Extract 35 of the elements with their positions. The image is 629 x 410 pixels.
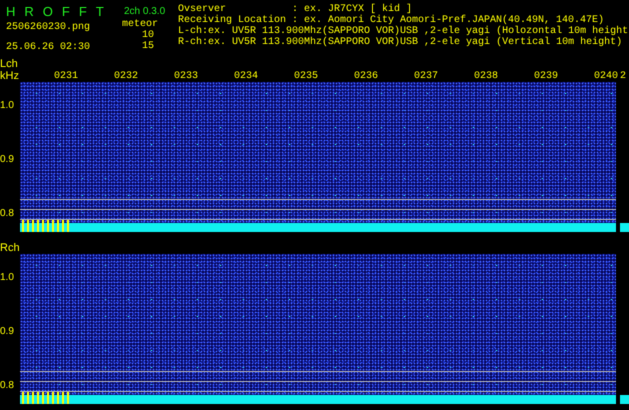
app-title: H R O F F T — [6, 4, 105, 19]
time-label: 0239 — [534, 71, 560, 82]
time-label: 0231 — [54, 71, 80, 82]
version-label: 2ch 0.3.0 — [124, 6, 166, 17]
channel-label: Rch — [0, 242, 20, 254]
frequency-label: 0.9 — [0, 154, 14, 165]
info-label: Receiving Location — [178, 15, 286, 26]
time-label: 0233 — [174, 71, 200, 82]
channel-label: Lch — [0, 58, 19, 70]
frequency-label: 1.0 — [0, 100, 14, 111]
time-label: 2 — [620, 71, 628, 82]
date-time: 25.06.26 02:30 — [6, 42, 92, 53]
time-label: 0240 — [594, 71, 620, 82]
info-value: ex. UV5R 113.900Mhz(SAPPORO VOR)USB ,2-ele yagi (Vertical 10m height) — [208, 37, 622, 48]
frequency-label: 0.9 — [0, 326, 14, 337]
info-label: L-ch: — [178, 26, 208, 37]
info-value: : ex. Aomori City Aomori-Pref.JAPAN(40.49N, 140.47E) — [292, 15, 604, 26]
file-name: 2506260230.png — [6, 22, 92, 33]
info-value: ex. UV5R 113.900Mhz(SAPPORO VOR)USB ,2-ele yagi (Holozontal 10m height — [208, 26, 628, 37]
frequency-label: 0.8 — [0, 380, 14, 391]
frequency-label: 0.8 — [0, 208, 14, 219]
time-label: 0235 — [294, 71, 320, 82]
time-label: 0232 — [114, 71, 140, 82]
time-label: 0238 — [474, 71, 500, 82]
time-label: 0237 — [414, 71, 440, 82]
time-label: 0234 — [234, 71, 260, 82]
time-label: 0236 — [354, 71, 380, 82]
info-label: Ovserver — [178, 4, 226, 15]
info-label: R-ch: — [178, 37, 208, 48]
meteor-count: 15 — [142, 41, 154, 52]
unit-label: kHz — [0, 70, 20, 82]
frequency-label: 1.0 — [0, 272, 14, 283]
info-value: : ex. JR7CYX [ kid ] — [292, 4, 412, 15]
meteor-label: meteor — [122, 19, 158, 30]
meteor-count: 10 — [142, 30, 154, 41]
